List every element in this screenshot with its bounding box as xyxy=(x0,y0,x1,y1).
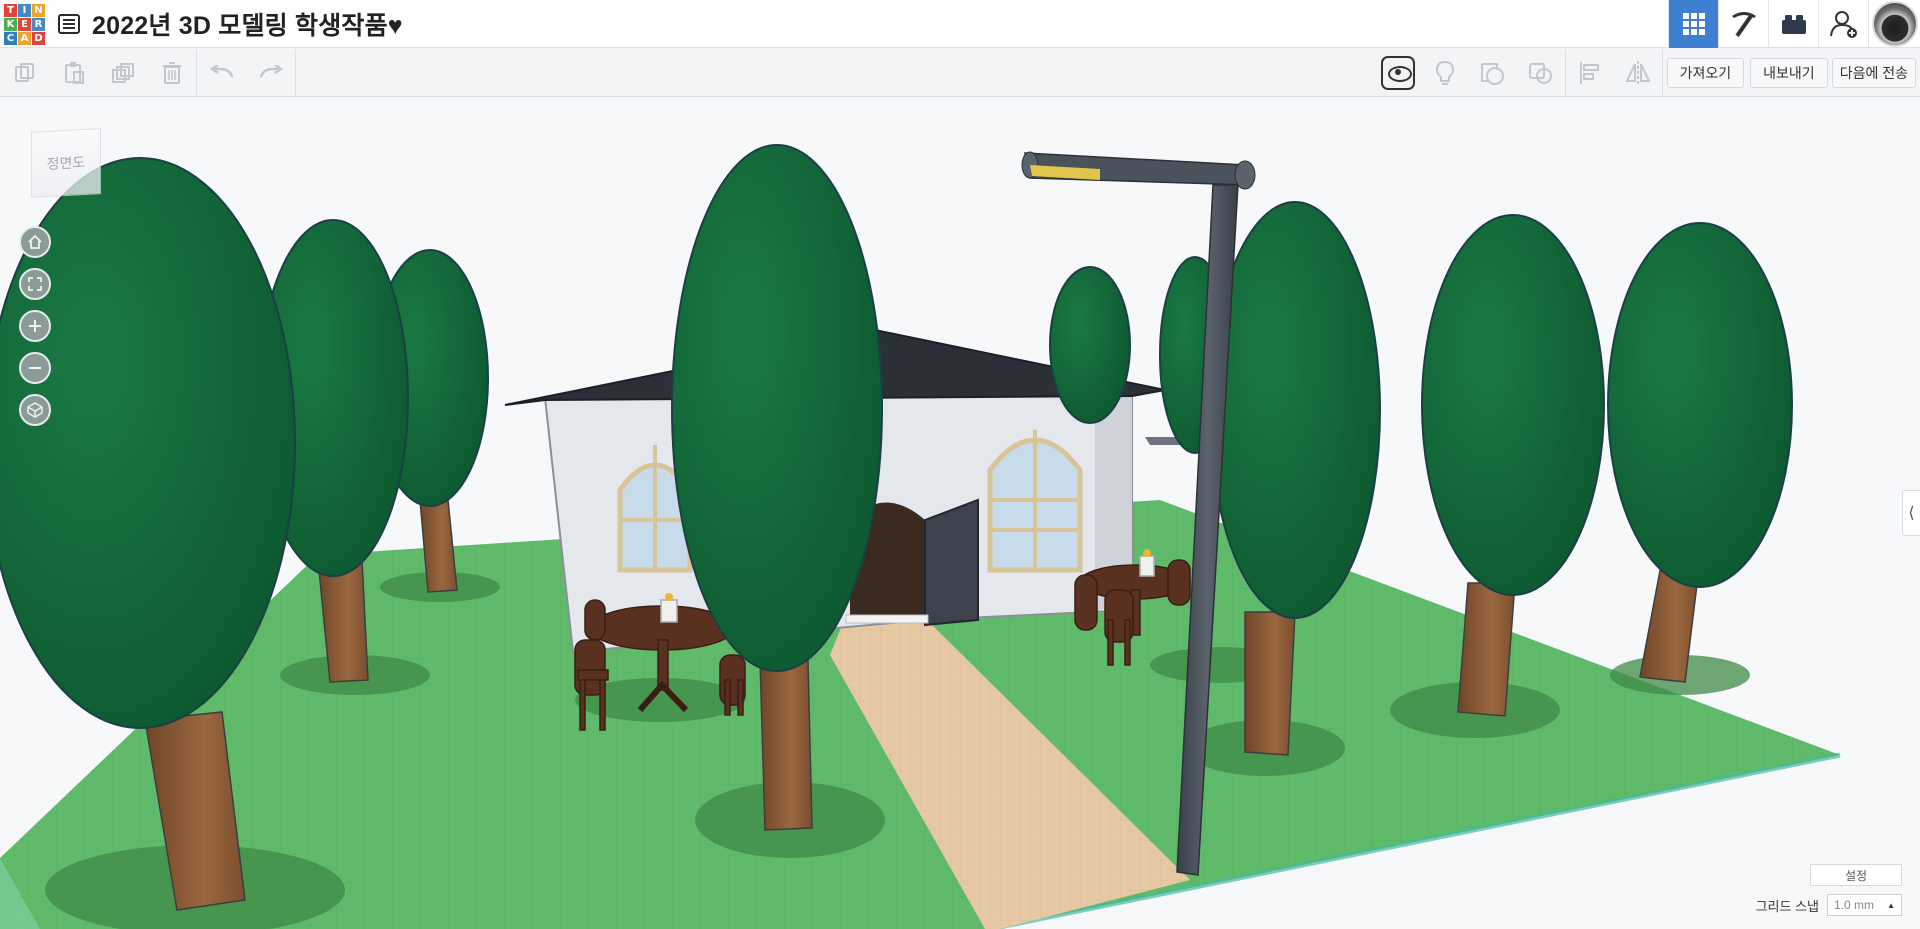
logo-letter: K xyxy=(4,17,17,31)
logo-letter: N xyxy=(32,3,45,17)
group-icon[interactable] xyxy=(1517,49,1565,97)
top-right-buttons xyxy=(1668,0,1920,48)
logo-letter: T xyxy=(4,3,17,17)
fit-icon[interactable] xyxy=(19,268,51,300)
export-button[interactable]: 내보내기 xyxy=(1750,58,1828,88)
top-header: T I N K E R C A D 2022년 3D 모델링 학생작품♥ xyxy=(0,0,1920,48)
undo-icon[interactable] xyxy=(197,49,246,97)
tinkercad-logo[interactable]: T I N K E R C A D xyxy=(0,0,48,48)
logo-letter: E xyxy=(18,17,31,31)
perspective-icon[interactable] xyxy=(19,394,51,426)
workplane[interactable]: 정면도 ⟨ 설정 그리드 스냅 1.0 mm ▲ xyxy=(0,98,1920,929)
add-user-icon[interactable] xyxy=(1818,0,1868,48)
grid-snap-value: 1.0 mm xyxy=(1834,898,1875,912)
redo-icon[interactable] xyxy=(246,49,295,97)
design-title[interactable]: 2022년 3D 모델링 학생작품♥ xyxy=(92,6,403,42)
grid-snap-control: 그리드 스냅 1.0 mm ▲ xyxy=(1756,894,1902,916)
caret-up-icon: ▲ xyxy=(1887,900,1895,910)
view-cube-face-label: 정면도 xyxy=(46,153,86,173)
send-to-button[interactable]: 다음에 전송 xyxy=(1831,58,1916,88)
align-icon[interactable] xyxy=(1566,49,1614,97)
logo-letter: I xyxy=(18,3,31,17)
duplicate-icon[interactable] xyxy=(98,49,147,97)
paste-icon[interactable] xyxy=(49,49,98,97)
pickaxe-icon[interactable] xyxy=(1718,0,1768,48)
home-icon[interactable] xyxy=(19,226,51,258)
copy-icon[interactable] xyxy=(0,49,49,97)
grid-snap-select[interactable]: 1.0 mm ▲ xyxy=(1827,894,1902,916)
3d-scene[interactable] xyxy=(0,98,1920,929)
grid-snap-label: 그리드 스냅 xyxy=(1755,898,1819,914)
toolbar-right: 가져오기 내보내기 다음에 전송 xyxy=(1380,49,1920,97)
zoom-out-icon[interactable] xyxy=(19,352,51,384)
toolbar-separator xyxy=(1661,49,1663,97)
avatar xyxy=(1871,1,1918,47)
shape-icon[interactable] xyxy=(1469,49,1517,97)
tinkercad-app: T I N K E R C A D 2022년 3D 모델링 학생작품♥ 가져오… xyxy=(0,0,1920,929)
tree-right-3[interactable] xyxy=(1607,222,1793,683)
view-cube[interactable]: 정면도 xyxy=(31,128,101,198)
toolbar-separator xyxy=(295,48,296,97)
tree-back-1[interactable] xyxy=(1049,266,1131,424)
edit-toolbar: 가져오기 내보내기 다음에 전송 xyxy=(0,48,1920,97)
avatar-button[interactable] xyxy=(1868,0,1920,48)
import-button[interactable]: 가져오기 xyxy=(1666,58,1745,88)
logo-letter: R xyxy=(32,17,45,31)
light-icon[interactable] xyxy=(1421,49,1469,97)
logo-letter: D xyxy=(32,31,45,45)
view-icon[interactable] xyxy=(1380,56,1415,90)
logo-letter: A xyxy=(18,31,31,45)
logo-letter: C xyxy=(4,31,17,45)
grid-icon[interactable] xyxy=(1668,0,1718,48)
zoom-in-icon[interactable] xyxy=(19,310,51,342)
delete-icon[interactable] xyxy=(147,49,196,97)
settings-button[interactable]: 설정 xyxy=(1810,864,1902,886)
brick-icon[interactable] xyxy=(1768,0,1818,48)
mirror-icon[interactable] xyxy=(1614,49,1662,97)
panel-toggle-chevron-icon[interactable]: ⟨ xyxy=(1902,490,1920,536)
list-icon[interactable] xyxy=(58,13,80,34)
